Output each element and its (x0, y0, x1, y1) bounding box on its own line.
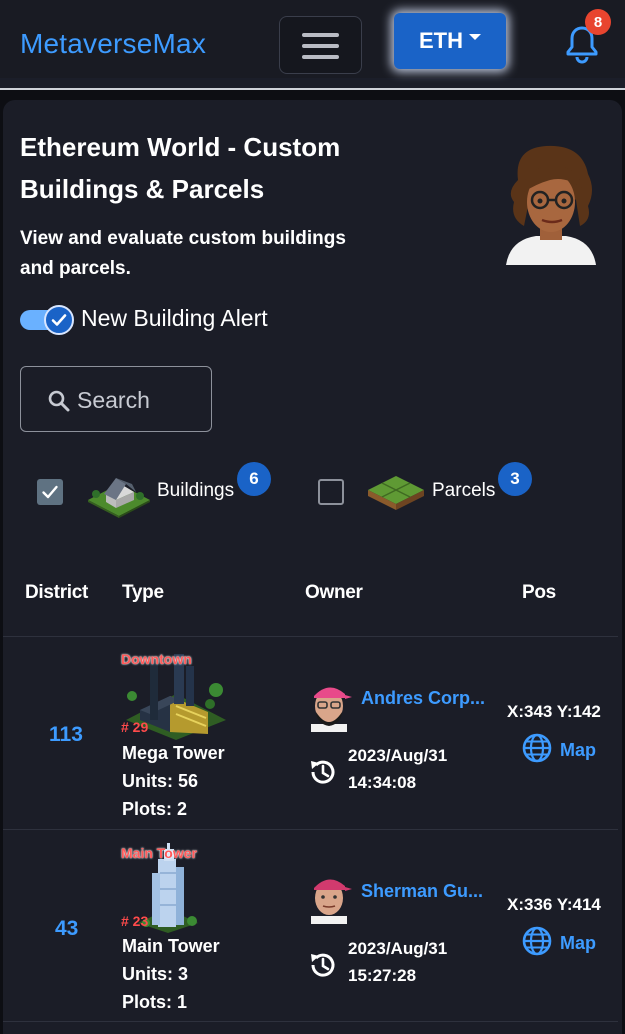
search-box[interactable] (20, 366, 212, 432)
notification-count-badge: 8 (585, 9, 611, 35)
district-link[interactable]: 113 (49, 723, 83, 747)
buildings-filter-checkbox[interactable] (37, 479, 63, 505)
column-header-type[interactable]: Type (122, 582, 164, 604)
top-navbar: MetaverseMax ETH 8 (0, 0, 625, 90)
caret-down-icon (469, 34, 481, 40)
guide-avatar-icon (506, 145, 596, 265)
parcels-filter-label[interactable]: Parcels (432, 480, 495, 502)
column-header-owner[interactable]: Owner (305, 582, 363, 604)
building-image-tag: Downtown (121, 651, 192, 667)
position-coords: X:343 Y:142 (507, 702, 601, 721)
build-date: 2023/Aug/31 (348, 746, 448, 765)
building-thumbnail-icon (88, 478, 150, 518)
build-time: 15:27:28 (348, 966, 417, 985)
map-link[interactable]: Map (560, 933, 596, 954)
building-units: Units: 3 (122, 964, 189, 984)
buildings-count-badge: 6 (237, 462, 271, 496)
page-title: Ethereum World - Custom Buildings & Parc… (20, 132, 341, 204)
parcel-thumbnail-icon (368, 476, 424, 510)
globe-icon[interactable] (521, 925, 553, 957)
build-time: 14:34:08 (348, 773, 417, 792)
owner-avatar-icon[interactable] (305, 680, 353, 732)
search-input[interactable] (77, 385, 207, 415)
buildings-filter-label[interactable]: Buildings (157, 480, 234, 502)
parcels-filter-checkbox[interactable] (318, 479, 344, 505)
building-number: # 23 (121, 913, 149, 929)
owner-name-link[interactable]: Andres Corp... (361, 688, 485, 709)
history-clock-icon (311, 953, 335, 977)
table-divider (3, 636, 618, 637)
building-units: Units: 56 (122, 771, 199, 791)
hamburger-icon-line (302, 44, 339, 48)
network-select-label: ETH (419, 28, 463, 53)
table-divider (3, 1021, 618, 1022)
page: MetaverseMax ETH 8 Ethereum World - Cust… (0, 0, 625, 1034)
position-coords: X:336 Y:414 (507, 895, 601, 914)
table-divider (3, 829, 618, 830)
map-link[interactable]: Map (560, 740, 596, 761)
parcels-count-badge: 3 (498, 462, 532, 496)
column-header-district[interactable]: District (25, 582, 88, 604)
page-subtitle: View and evaluate custom buildings and p… (20, 228, 346, 279)
building-type: Main Tower (122, 936, 220, 956)
owner-avatar-icon[interactable] (305, 872, 353, 924)
building-type: Mega Tower (122, 743, 225, 763)
toggle-knob (44, 305, 74, 335)
check-icon (51, 314, 67, 326)
building-number: # 29 (121, 719, 149, 735)
new-building-alert-label: New Building Alert (81, 305, 268, 331)
search-icon (48, 390, 70, 412)
hamburger-menu-button[interactable] (279, 16, 362, 74)
history-clock-icon (311, 760, 335, 784)
check-icon (42, 485, 58, 499)
building-plots: Plots: 1 (122, 992, 188, 1012)
district-link[interactable]: 43 (55, 917, 78, 941)
build-date: 2023/Aug/31 (348, 939, 448, 958)
network-select-button[interactable]: ETH (394, 13, 506, 69)
building-image-tag: Main Tower (121, 845, 197, 861)
hamburger-icon (302, 33, 339, 37)
column-header-pos[interactable]: Pos (522, 582, 556, 604)
owner-name-link[interactable]: Sherman Gu... (361, 881, 483, 902)
new-building-alert-toggle[interactable] (20, 305, 74, 335)
brand-logo[interactable]: MetaverseMax (20, 28, 206, 60)
globe-icon[interactable] (521, 732, 553, 764)
building-plots: Plots: 2 (122, 799, 188, 819)
hamburger-icon-line (302, 55, 339, 59)
